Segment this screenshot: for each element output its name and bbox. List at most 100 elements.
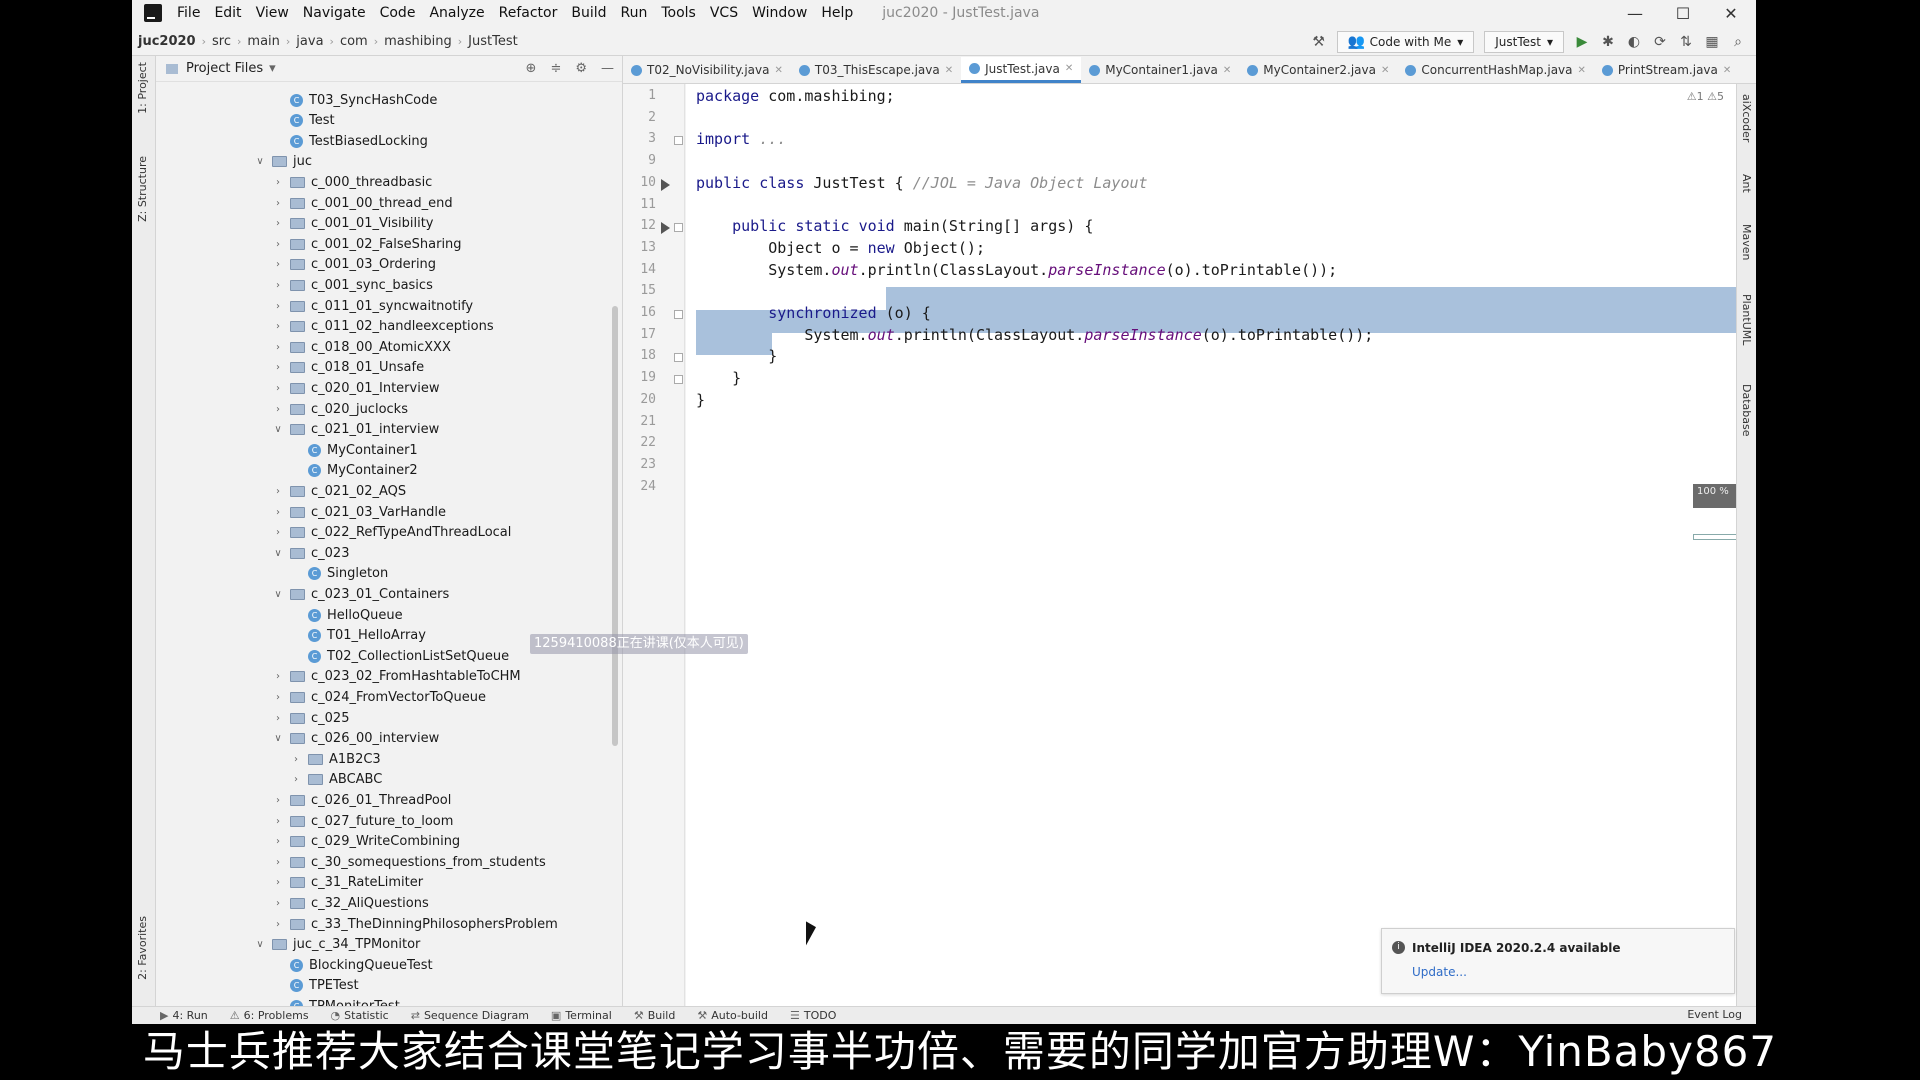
tree-folder-item[interactable]: › c_001_01_Visibility [272, 214, 433, 234]
chevron-right-icon[interactable]: › [272, 713, 284, 724]
editor-tab[interactable]: MyContainer1.java ✕ [1081, 57, 1239, 83]
tree-folder-item[interactable]: › c_001_02_FalseSharing [272, 234, 462, 254]
tree-folder-item[interactable]: › c_011_02_handleexceptions [272, 317, 494, 337]
menu-code[interactable]: Code [373, 5, 423, 21]
tool-window-button[interactable]: ⚒ Build [626, 1009, 690, 1022]
chevron-down-icon[interactable]: ∨ [272, 424, 284, 435]
run-gutter-icon[interactable] [661, 222, 670, 235]
tool-window-button[interactable]: ⚠ 6: Problems [222, 1009, 323, 1022]
event-log-button[interactable]: Event Log [1687, 1008, 1742, 1021]
chevron-right-icon[interactable]: › [272, 857, 284, 868]
ant-tool-tab[interactable]: Ant [1740, 174, 1753, 193]
menu-help[interactable]: Help [814, 5, 860, 21]
editor-tab[interactable]: T03_ThisEscape.java ✕ [791, 57, 961, 83]
tree-folder-item[interactable]: › c_001_sync_basics [272, 275, 433, 295]
tree-folder-item[interactable]: › c_021_02_AQS [272, 481, 406, 501]
chevron-right-icon[interactable]: › [272, 486, 284, 497]
chevron-right-icon[interactable]: › [272, 280, 284, 291]
database-tool-tab[interactable]: Database [1740, 384, 1753, 437]
editor-tab[interactable]: MyContainer2.java ✕ [1239, 57, 1397, 83]
tool-window-button[interactable]: ☰ TODO [782, 1009, 850, 1022]
tree-folder-item[interactable]: ∨ c_023 [272, 543, 349, 563]
tree-folder-item[interactable]: › c_020_01_Interview [272, 378, 439, 398]
close-tab-icon[interactable]: ✕ [774, 65, 782, 76]
tree-folder-item[interactable]: ∨ c_021_01_interview [272, 420, 439, 440]
tool-window-button[interactable]: ⇄ Sequence Diagram [403, 1009, 543, 1022]
project-structure-icon[interactable]: ▦ [1704, 34, 1720, 50]
tree-class-item[interactable]: C Test [272, 111, 335, 131]
tree-class-item[interactable]: C MyContainer1 [290, 440, 418, 460]
menu-tools[interactable]: Tools [654, 5, 703, 21]
menu-vcs[interactable]: VCS [703, 5, 745, 21]
tree-class-item[interactable]: C Singleton [290, 564, 388, 584]
chevron-down-icon[interactable]: ∨ [254, 156, 266, 167]
chevron-right-icon[interactable]: › [272, 301, 284, 312]
vcs-icon[interactable]: ⇅ [1678, 34, 1694, 50]
menu-run[interactable]: Run [614, 5, 655, 21]
hide-icon[interactable]: — [601, 61, 614, 76]
chevron-right-icon[interactable]: › [272, 527, 284, 538]
close-tab-icon[interactable]: ✕ [1578, 65, 1586, 76]
menu-analyze[interactable]: Analyze [422, 5, 491, 21]
chevron-right-icon[interactable]: › [272, 239, 284, 250]
tree-folder-item[interactable]: › c_025 [272, 708, 349, 728]
tree-folder-item[interactable]: › c_011_01_syncwaitnotify [272, 296, 473, 316]
hammer-icon[interactable]: ⚒ [1311, 34, 1327, 50]
tree-folder-item[interactable]: › c_020_juclocks [272, 399, 408, 419]
tree-folder-item[interactable]: › A1B2C3 [290, 749, 381, 769]
breadcrumb-mashibing[interactable]: mashibing [378, 34, 458, 49]
chevron-right-icon[interactable]: › [272, 177, 284, 188]
breadcrumb-java[interactable]: java [290, 34, 329, 49]
chevron-right-icon[interactable]: › [272, 898, 284, 909]
tree-folder-item[interactable]: › c_32_AliQuestions [272, 893, 429, 913]
close-tab-icon[interactable]: ✕ [945, 65, 953, 76]
chevron-down-icon[interactable]: ∨ [272, 589, 284, 600]
tree-folder-item[interactable]: › c_000_threadbasic [272, 172, 432, 192]
tool-window-button[interactable]: ▣ Terminal [543, 1009, 626, 1022]
breadcrumb-src[interactable]: src [206, 34, 237, 49]
maven-tool-tab[interactable]: Maven [1740, 224, 1753, 260]
tree-class-item[interactable]: C HelloQueue [290, 605, 403, 625]
menu-file[interactable]: File [170, 5, 207, 21]
locate-icon[interactable]: ⊕ [526, 61, 537, 76]
menu-window[interactable]: Window [745, 5, 814, 21]
tree-class-item[interactable]: CTPMonitorTest [272, 996, 400, 1006]
editor-tab[interactable]: PrintStream.java ✕ [1594, 57, 1739, 83]
collapse-all-icon[interactable]: ≑ [550, 61, 561, 76]
editor-tab[interactable]: JustTest.java ✕ [961, 57, 1082, 83]
tree-folder-item[interactable]: › c_024_FromVectorToQueue [272, 687, 486, 707]
tree-class-item[interactable]: C T03_SyncHashCode [272, 90, 437, 110]
tree-folder-item[interactable]: › c_001_00_thread_end [272, 193, 453, 213]
menu-refactor[interactable]: Refactor [492, 5, 565, 21]
tree-folder-item[interactable]: › c_026_01_ThreadPool [272, 790, 451, 810]
tree-folder-item[interactable]: ∨ juc [254, 152, 312, 172]
maximize-button[interactable]: ☐ [1660, 0, 1706, 26]
tree-folder-item[interactable]: ∨ c_023_01_Containers [272, 584, 449, 604]
chevron-right-icon[interactable]: › [290, 754, 302, 765]
close-button[interactable]: ✕ [1708, 0, 1754, 26]
chevron-right-icon[interactable]: › [272, 321, 284, 332]
chevron-right-icon[interactable]: › [272, 877, 284, 888]
chevron-right-icon[interactable]: › [272, 816, 284, 827]
project-tool-tab[interactable]: 1: Project [136, 62, 149, 114]
editor-tab[interactable]: T02_NoVisibility.java ✕ [623, 57, 791, 83]
minimize-button[interactable]: — [1612, 0, 1658, 26]
tool-window-button[interactable]: ◔ Statistic [323, 1009, 403, 1022]
tree-folder-item[interactable]: › c_021_03_VarHandle [272, 502, 446, 522]
update-link[interactable]: Update... [1412, 965, 1467, 979]
profile-icon[interactable]: ⟳ [1652, 34, 1668, 50]
tree-folder-item[interactable]: › c_023_02_FromHashtableToCHM [272, 667, 521, 687]
fold-icon[interactable] [674, 353, 683, 363]
chevron-right-icon[interactable]: › [272, 671, 284, 682]
tree-folder-item[interactable]: › c_31_RateLimiter [272, 873, 423, 893]
breadcrumb-project[interactable]: juc2020 [132, 34, 202, 49]
fold-icon[interactable] [674, 375, 683, 385]
close-tab-icon[interactable]: ✕ [1223, 65, 1231, 76]
chevron-right-icon[interactable]: › [272, 919, 284, 930]
tree-folder-item[interactable]: › c_022_RefTypeAndThreadLocal [272, 523, 511, 543]
chevron-right-icon[interactable]: › [272, 795, 284, 806]
breadcrumb-com[interactable]: com [334, 34, 374, 49]
plantuml-tool-tab[interactable]: PlantUML [1740, 294, 1753, 345]
run-gutter-icon[interactable] [661, 178, 670, 191]
chevron-right-icon[interactable]: › [272, 218, 284, 229]
